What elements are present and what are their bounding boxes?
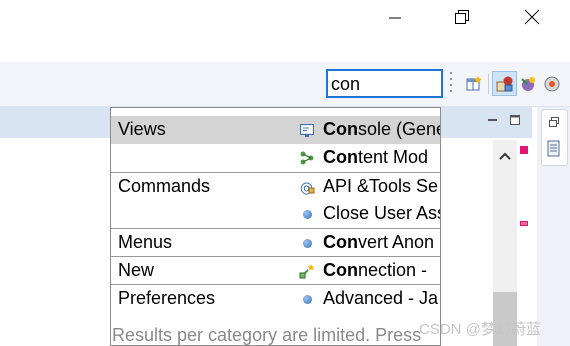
main-toolbar <box>0 62 570 107</box>
git-perspective-icon[interactable] <box>542 74 562 94</box>
open-perspective-icon[interactable] <box>464 74 484 94</box>
results-limited-hint: Results per category are limited. Press <box>112 325 422 345</box>
result-row-convert-anon[interactable]: Menus Convert Anon <box>111 229 440 257</box>
result-row-close-user[interactable]: Close User Ass <box>111 200 441 228</box>
view-minimize-icon[interactable] <box>487 113 499 131</box>
toolbar-grip[interactable] <box>450 72 453 96</box>
content-model-icon <box>299 150 315 166</box>
restore-button[interactable] <box>439 0 485 34</box>
category-label: New <box>118 260 155 280</box>
category-label: Commands <box>118 176 211 196</box>
result-row-advanced[interactable]: Preferences Advanced - Ja <box>111 285 440 313</box>
quick-access-popup: Views Console (Gene Content Mod Commands… <box>110 107 441 346</box>
debug-perspective-icon[interactable] <box>518 74 538 94</box>
java-ee-perspective-icon[interactable] <box>495 74 515 94</box>
scroll-up-arrow-icon[interactable] <box>498 148 512 166</box>
minimize-button[interactable] <box>372 0 418 34</box>
view-maximize-icon[interactable] <box>509 113 521 131</box>
result-row-connection[interactable]: New Connection - <box>111 257 440 285</box>
result-row-console[interactable]: Views Console (Gene <box>111 116 441 144</box>
category-label: Preferences <box>118 288 216 308</box>
editor-area-header <box>0 107 112 138</box>
minimized-view-stack <box>541 109 568 166</box>
minimize-icon <box>389 17 401 19</box>
window-title-bar <box>0 0 570 62</box>
bullet-icon <box>299 206 315 222</box>
result-row-content-model[interactable]: Content Mod <box>111 144 440 172</box>
bullet-icon <box>299 235 315 251</box>
result-label: Close User Ass <box>323 203 441 223</box>
result-label: Convert Anon <box>323 232 435 252</box>
result-row-api-tools[interactable]: Commands @ API &Tools Se <box>111 173 440 201</box>
error-marker[interactable] <box>520 146 528 154</box>
result-label: API &Tools Se <box>323 176 439 196</box>
restore-icon <box>455 10 469 24</box>
restore-view-icon[interactable] <box>548 115 560 133</box>
result-label: Connection - <box>323 260 428 280</box>
category-label: Views <box>118 119 166 139</box>
result-label: Content Mod <box>323 147 429 167</box>
console-icon <box>299 122 315 138</box>
warning-marker[interactable] <box>520 221 528 226</box>
category-label: Menus <box>118 232 173 252</box>
outline-view-icon[interactable] <box>546 140 562 163</box>
toolbar-separator <box>488 74 489 94</box>
result-label: Console (Gene <box>323 119 441 139</box>
close-icon <box>524 9 540 25</box>
close-button[interactable] <box>509 0 555 34</box>
bullet-icon <box>299 291 315 307</box>
watermark: CSDN @梦幻蔚蓝 <box>419 321 541 338</box>
api-tools-icon: @ <box>299 179 315 195</box>
overview-ruler <box>517 140 532 346</box>
result-label: Advanced - Ja <box>323 288 439 308</box>
quick-access-search-input[interactable] <box>326 69 443 98</box>
new-connection-icon <box>299 263 315 279</box>
